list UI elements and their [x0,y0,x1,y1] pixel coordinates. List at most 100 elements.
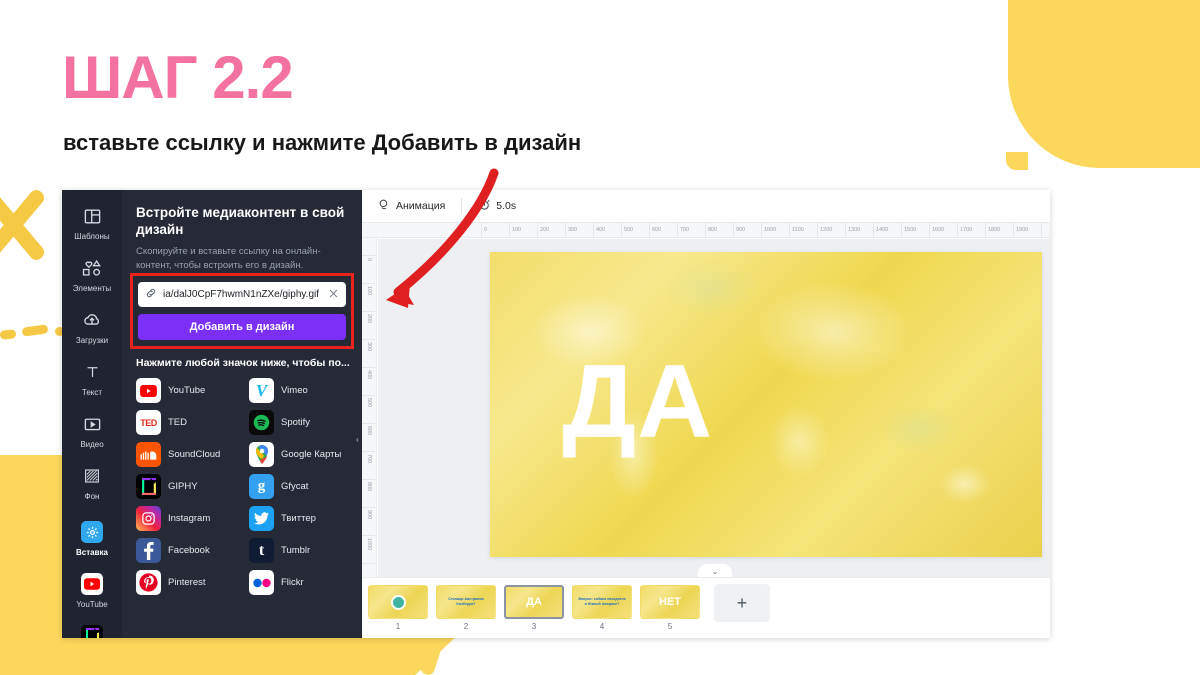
page-subtitle: вставьте ссылку и нажмите Добавить в диз… [63,130,582,155]
ruler-v-tick: 500 [362,396,375,424]
ruler-h-tick: 1200 [818,223,846,237]
canva-editor-window: Шаблоны Элементы Загрузки Текст Видео Фон Вста… [62,190,1050,638]
panel-collapse-chevron-left-icon[interactable]: ‹ [352,416,362,462]
add-to-design-button[interactable]: Добавить в дизайн [138,314,346,340]
page-duration-button[interactable]: 5.0s [472,195,522,217]
ruler-v-tick: 100 [362,284,375,312]
embed-service-twitter[interactable]: Твиттер [249,506,354,531]
sidebar-item-элементы[interactable]: Элементы [64,248,120,300]
embed-service-youtube[interactable]: YouTube [136,378,241,403]
embed-service-facebook[interactable]: Facebook [136,538,241,563]
pages-strip: 1 Столица Австралии Канберра? 2 ДА 3 Вопрос: … [362,577,1050,638]
embed-service-tumblr[interactable]: t Tumblr [249,538,354,563]
ruler-v-tick: 600 [362,424,375,452]
design-canvas[interactable]: ДА [490,252,1042,557]
sidebar-item-фон[interactable]: Фон [64,456,120,508]
canvas-area[interactable]: ДА ⌄ [378,239,1050,577]
close-icon[interactable] [328,286,339,304]
page-thumbnails: 1 Столица Австралии Канберра? 2 ДА 3 Вопрос: … [368,585,700,631]
canvas-text-element[interactable]: ДА [562,350,713,454]
animation-label: Анимация [396,200,446,212]
embed-service-instagram[interactable]: Instagram [136,506,241,531]
embed-url-value[interactable]: ia/dalJ0CpF7hwmN1nZXe/giphy.gif [163,289,322,300]
embed-service-soundcloud[interactable]: SoundCloud [136,442,241,467]
embed-service-google-maps[interactable]: Google Карты [249,442,354,467]
twitter-icon [249,506,274,531]
embed-service-vimeo[interactable]: V Vimeo [249,378,354,403]
ruler-h-tick: 300 [566,223,594,237]
embed-service-giphy[interactable]: GIPHY [136,474,241,499]
embed-service-label: Facebook [168,545,210,556]
sidebar-item-вставка[interactable]: Вставка [64,512,120,564]
ruler-v-tick: 400 [362,368,375,396]
google-maps-icon [249,442,274,467]
chevron-down-icon[interactable]: ⌄ [698,564,732,577]
ruler-h-tick: 1700 [958,223,986,237]
embed-service-label: Pinterest [168,577,206,588]
ruler-h-tick: 400 [594,223,622,237]
embed-service-spotify[interactable]: Spotify [249,410,354,435]
embed-service-pinterest[interactable]: Pinterest [136,570,241,595]
page-thumbnail[interactable]: ДА 3 [504,585,564,631]
embed-url-field[interactable]: ia/dalJ0CpF7hwmN1nZXe/giphy.gif [138,282,346,307]
animation-button[interactable]: Анимация [372,195,451,217]
thumb-globe-icon [390,594,406,610]
spotify-icon [249,410,274,435]
page-thumbnail[interactable]: 1 [368,585,428,631]
embed-service-ted[interactable]: TED TED [136,410,241,435]
page-thumbnail[interactable]: НЕТ 5 [640,585,700,631]
add-page-button[interactable]: + [714,584,770,622]
text-icon [79,359,105,385]
thumb-image: Столица Австралии Канберра? [436,585,496,619]
embed-services-grid: YouTube V Vimeo TED TED Spotify SoundCloud Goog… [136,378,354,595]
embed-panel-title: Встройте медиаконтент в свой дизайн [136,205,345,237]
upload-cloud-icon [79,307,105,333]
decor-dash-1 [0,329,17,340]
editor-toolbar: Анимация 5.0s [362,190,1050,223]
thumb-number: 1 [395,622,401,631]
embed-service-label: Flickr [281,577,304,588]
sidebar-item-видео[interactable]: Видео [64,404,120,456]
decor-yellow-bottom-wedge [300,633,460,675]
sidebar-item-загрузки[interactable]: Загрузки [64,300,120,352]
embed-pick-hint: Нажмите любой значок ниже, чтобы по... [136,357,350,369]
ruler-h-tick: 1300 [846,223,874,237]
youtube-icon [79,571,105,597]
toolbar-divider [461,198,463,214]
sidebar-item-текст[interactable]: Текст [64,352,120,404]
page-thumbnail[interactable]: Вопрос: собака находится в Южной Америке… [572,585,632,631]
ruler-h-tick: 900 [734,223,762,237]
embed-panel: Встройте медиаконтент в свой дизайн Скоп… [122,190,362,638]
embed-panel-description: Скопируйте и вставьте ссылку на онлайн-к… [136,246,321,271]
sidebar-item-youtube[interactable]: YouTube [64,564,120,616]
thumb-image: НЕТ [640,585,700,619]
ruler-v-tick: 300 [362,340,375,368]
sidebar-item-шаблоны[interactable]: Шаблоны [64,196,120,248]
gfycat-icon: g [249,474,274,499]
thumb-image [368,585,428,619]
thumb-text: НЕТ [659,596,681,608]
embed-service-label: Твиттер [281,513,316,524]
sidebar-item-giphy[interactable]: GIPHY [64,616,120,638]
embed-icon [79,519,105,545]
ruler-v-tick: 0 [362,256,375,284]
embed-service-label: Tumblr [281,545,311,556]
sidebar-item-label: Текст [81,388,103,397]
ruler-horizontal: 0 100 200 300 400 500 600 700 800 900 1000 1100 1200… [362,223,1050,238]
thumb-text: ДА [526,596,542,608]
templates-icon [79,203,105,229]
page-thumbnail[interactable]: Столица Австралии Канберра? 2 [436,585,496,631]
embed-service-gfycat[interactable]: g Gfycat [249,474,354,499]
embed-service-label: YouTube [168,385,206,396]
embed-service-label: Vimeo [281,385,308,396]
ruler-h-tick: 1400 [874,223,902,237]
embed-service-flickr[interactable]: Flickr [249,570,354,595]
thumb-text: Столица Австралии Канберра? [448,597,484,606]
giphy-icon [136,474,161,499]
sidebar-item-label: Элементы [72,284,112,293]
thumb-image: ДА [504,585,564,619]
ruler-h-offset [362,223,482,237]
thumb-number: 3 [531,622,537,631]
ruler-h-tick: 600 [650,223,678,237]
ruler-h-tick: 1000 [762,223,790,237]
